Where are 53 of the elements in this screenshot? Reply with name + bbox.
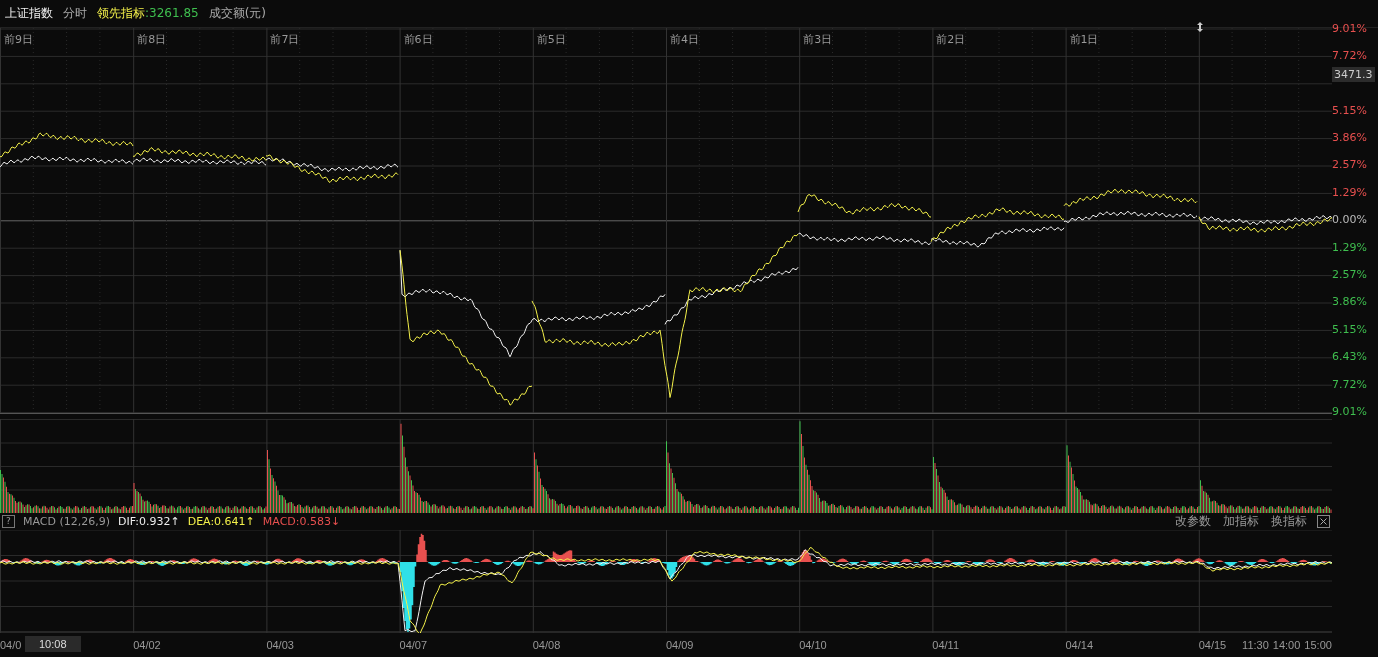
indicator-button[interactable]: 换指标 — [1269, 513, 1309, 530]
resize-handle-icon[interactable] — [1197, 22, 1203, 32]
index-name: 上证指数 — [5, 5, 53, 22]
date-label: 04/08 — [532, 638, 561, 651]
axis-label: 6.43% — [1332, 350, 1367, 364]
axis-label: 2.57% — [1332, 158, 1367, 172]
volume-label: 成交额(元) — [208, 5, 267, 22]
indicator-button[interactable]: 改参数 — [1173, 513, 1213, 530]
axis-label: 7.72% — [1332, 377, 1367, 391]
date-label: 04/07 — [399, 638, 428, 651]
time-label: 11:30 — [1242, 638, 1269, 651]
day-label: 前9日 — [4, 33, 33, 46]
indicator-reading: MACD:0.583↓ — [262, 515, 341, 528]
day-label: 前3日 — [803, 33, 833, 46]
price-badge: 3471.3 — [1332, 67, 1375, 83]
axis-label: 5.15% — [1332, 322, 1367, 336]
axis-label: 2.57% — [1332, 268, 1367, 281]
axis-label: 7.72% — [1332, 48, 1367, 62]
axis-label: 1.29% — [1332, 185, 1367, 199]
cursor-time-badge: 10:08 — [25, 636, 81, 652]
axis-label: 3.86% — [1332, 295, 1367, 309]
time-label: 15:00 — [1304, 638, 1332, 651]
axis-label: 9.01% — [1332, 404, 1367, 418]
day-label: 前1日 — [1069, 33, 1099, 46]
chart-mode[interactable]: 分时 — [63, 5, 87, 22]
axis-label: 5.15% — [1332, 103, 1367, 117]
axis-label: 3.86% — [1332, 131, 1367, 145]
axis-label: 1.29% — [1332, 240, 1367, 254]
help-button[interactable]: ? — [2, 515, 15, 528]
date-label: 04/03 — [266, 638, 294, 651]
indicator-name: MACD (12,26,9) — [23, 515, 111, 528]
indicator-label: 领先指标 — [97, 6, 145, 20]
indicator-value: :3261.85 — [145, 6, 199, 20]
date-label: 04/10 — [799, 638, 827, 651]
indicator-reading: DIF:0.932↑ — [118, 515, 180, 528]
indicator-reading: DEA:0.641↑ — [187, 515, 255, 528]
time-label: 14:00 — [1272, 638, 1301, 651]
day-label: 前7日 — [270, 33, 300, 46]
day-label: 前5日 — [536, 33, 566, 46]
day-label: 前6日 — [403, 33, 433, 46]
date-label: 04/11 — [932, 638, 960, 651]
date-label: 04/09 — [665, 638, 694, 651]
axis-label: 0.00% — [1332, 213, 1367, 227]
date-label: 04/0 — [0, 638, 22, 651]
close-icon[interactable] — [1317, 515, 1330, 528]
day-label: 前2日 — [936, 33, 966, 46]
date-label: 04/02 — [133, 638, 161, 651]
day-label: 前4日 — [669, 33, 699, 46]
axis-label: 9.01% — [1332, 21, 1367, 35]
date-label: 04/14 — [1065, 638, 1094, 651]
indicator-button[interactable]: 加指标 — [1221, 513, 1261, 530]
day-label: 前8日 — [137, 33, 167, 46]
date-label: 04/15 — [1198, 638, 1227, 651]
